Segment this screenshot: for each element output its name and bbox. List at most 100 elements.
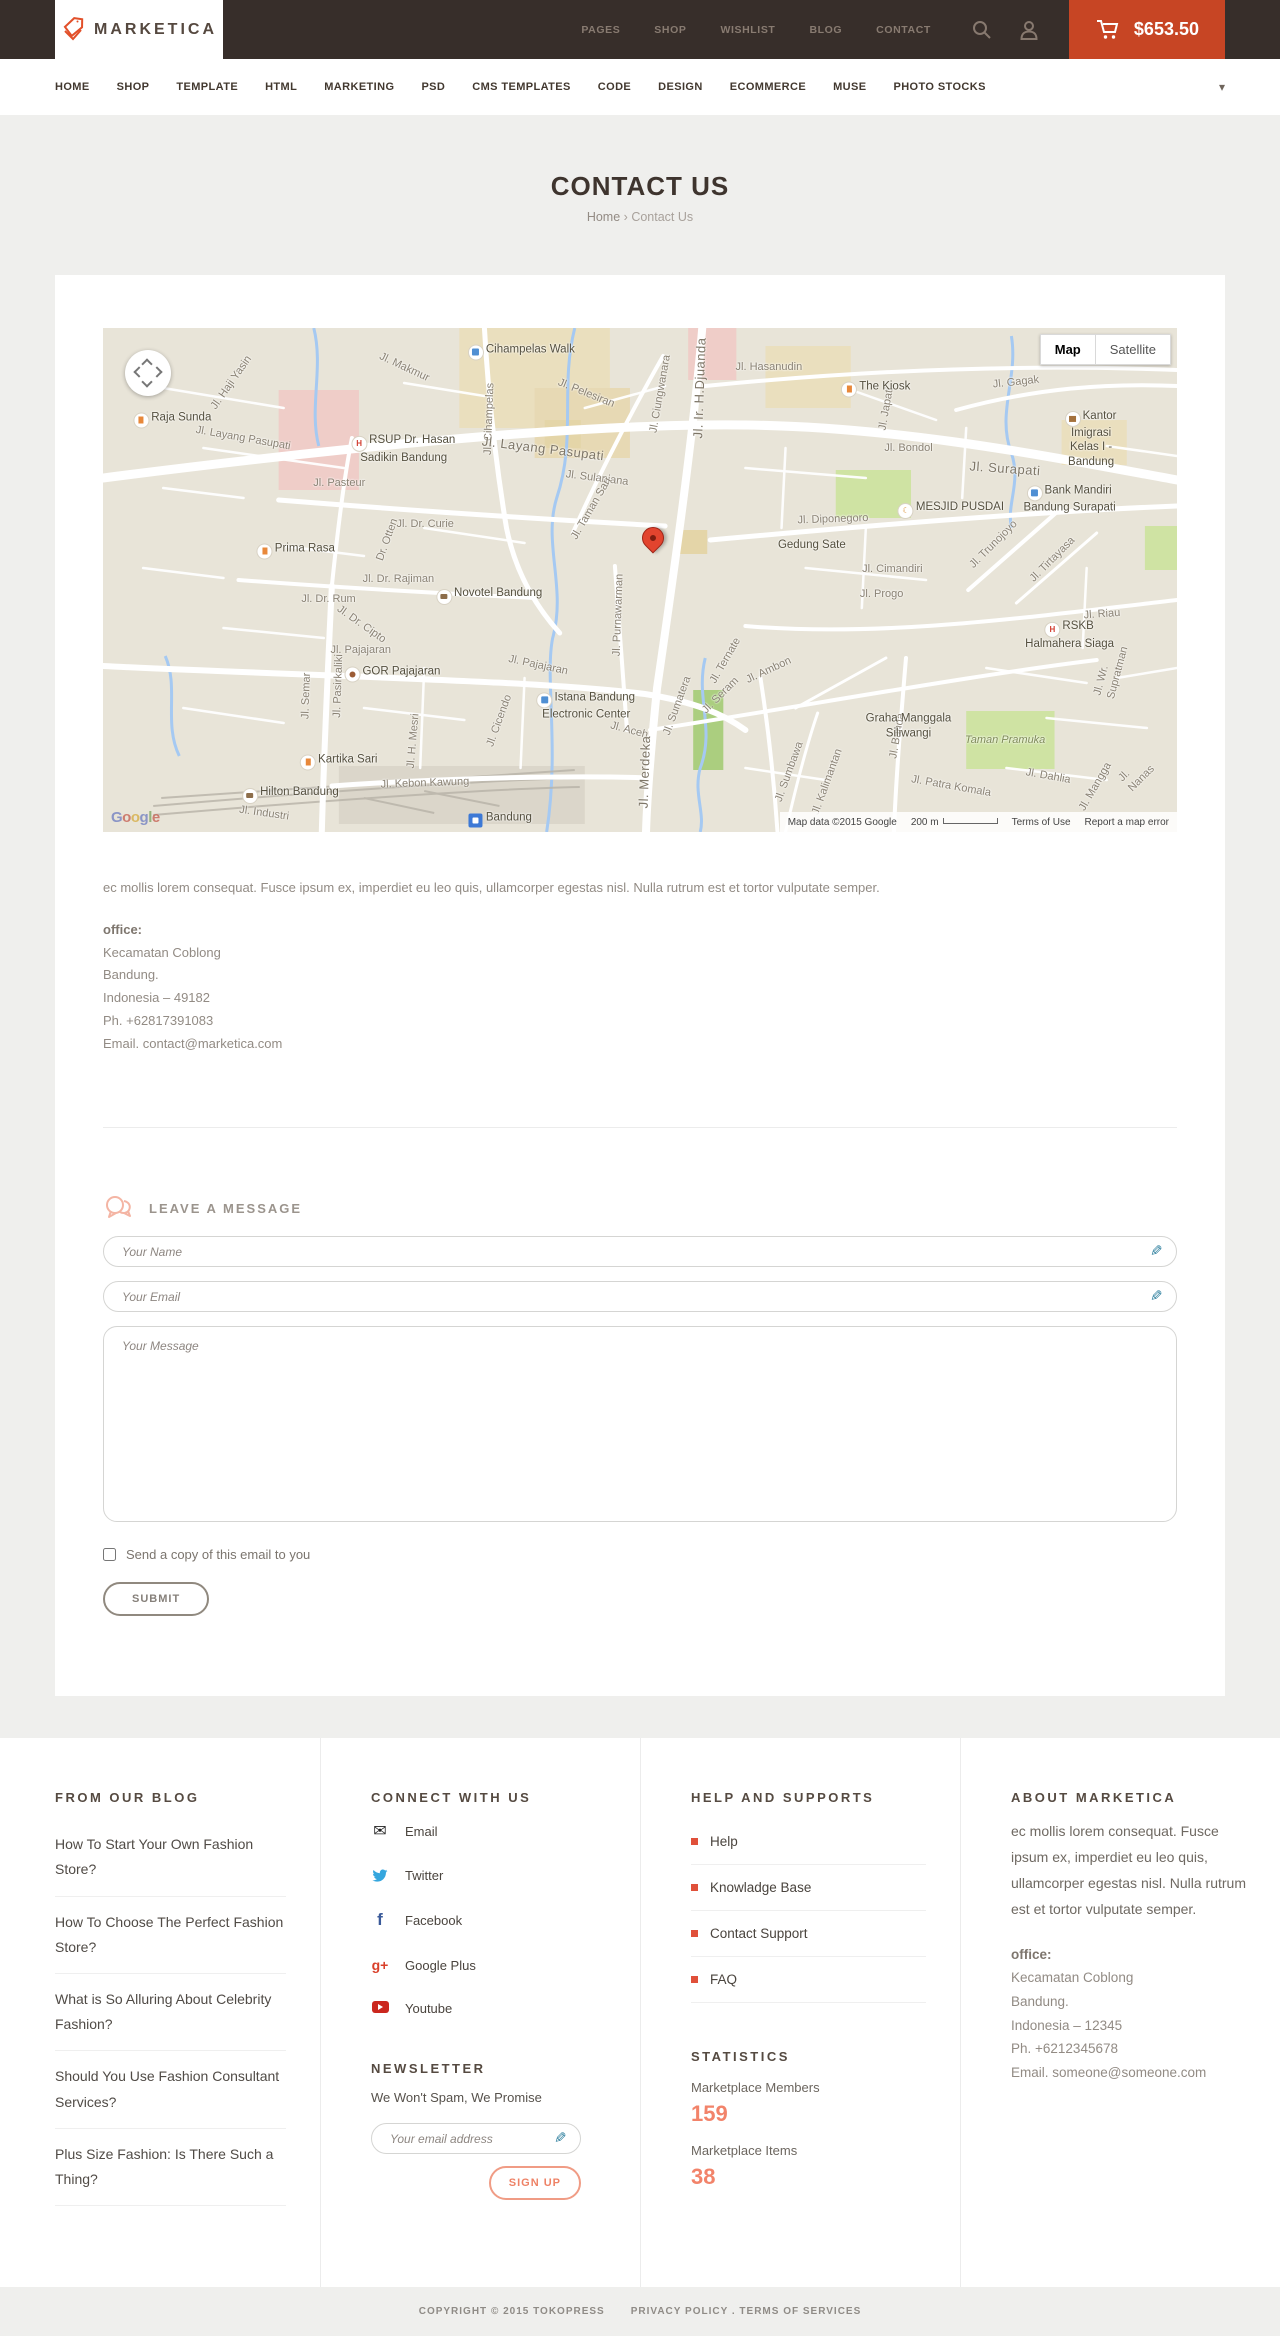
map-type-satellite-button[interactable]: Satellite [1095, 334, 1171, 365]
category-home[interactable]: HOME [55, 81, 90, 93]
help-link-help[interactable]: Help [691, 1819, 926, 1866]
top-nav-blog[interactable]: BLOG [809, 24, 842, 36]
category-design[interactable]: DESIGN [658, 81, 703, 93]
stat-value: 38 [691, 2164, 716, 2190]
message-textarea[interactable] [103, 1326, 1177, 1523]
rest-poi-icon [842, 382, 857, 397]
map-label: Prima Rasa [257, 541, 335, 559]
map-label: Cihampelas Walk [468, 342, 575, 360]
category-marketing[interactable]: MARKETING [324, 81, 394, 93]
search-icon[interactable] [971, 19, 993, 41]
name-input[interactable] [103, 1236, 1177, 1268]
category-code[interactable]: CODE [598, 81, 631, 93]
map-label: Jl. Dr. Rum [301, 593, 356, 606]
submit-button[interactable]: SUBMIT [103, 1582, 210, 1617]
bank-poi-icon [1027, 486, 1042, 501]
newsletter-email-input[interactable] [371, 2123, 581, 2155]
cart-button[interactable]: $653.50 [1068, 0, 1225, 59]
breadcrumb-home[interactable]: Home [587, 210, 620, 224]
top-nav-pages[interactable]: PAGES [581, 24, 620, 36]
chevron-down-icon[interactable]: ▾ [1219, 80, 1225, 94]
map-label: Jl. Dr. Rajiman [362, 573, 435, 586]
facebook-icon: f [377, 1910, 383, 1930]
map-label: Jl. Hasanudin [735, 361, 803, 374]
address-line: Indonesia – 12345 [1011, 2017, 1123, 2033]
blog-post-link[interactable]: How To Choose The Perfect Fashion Store? [55, 1914, 283, 1955]
about-office-label: office: [1011, 1946, 1052, 1962]
social-link-twitter[interactable]: Twitter [371, 1868, 606, 1883]
blog-post-link[interactable]: How To Start Your Own Fashion Store? [55, 1836, 253, 1877]
help-link-faq[interactable]: FAQ [691, 1957, 926, 2004]
social-link-youtube[interactable]: Youtube [371, 2000, 606, 2017]
bullet-icon [691, 1976, 698, 1984]
blog-post-link[interactable]: Should You Use Fashion Consultant Servic… [55, 2068, 279, 2109]
brand-name: MARKETICA [94, 20, 217, 38]
terms-link[interactable]: Terms of Use [1012, 817, 1071, 828]
top-nav-shop[interactable]: SHOP [654, 24, 686, 36]
signup-button[interactable]: SIGN UP [488, 2166, 581, 2201]
blog-post-link[interactable]: What is So Alluring About Celebrity Fash… [55, 1991, 271, 2032]
pan-up-icon[interactable] [141, 358, 153, 370]
map-label: Jl. Dr. Curie [396, 517, 454, 530]
user-icon[interactable] [1019, 19, 1039, 41]
social-link-gplus[interactable]: g+ Google Plus [371, 1957, 606, 1973]
blog-post-item: Should You Use Fashion Consultant Servic… [55, 2051, 286, 2129]
pan-right-icon[interactable] [151, 366, 163, 378]
map-pan-control[interactable] [125, 350, 171, 396]
help-link-contact-support[interactable]: Contact Support [691, 1911, 926, 1958]
help-link-knowladge-base[interactable]: Knowladge Base [691, 1865, 926, 1912]
category-html[interactable]: HTML [265, 81, 297, 93]
map-label: Jl. Progo [859, 588, 904, 601]
map-scale: 200 m [911, 817, 998, 828]
category-muse[interactable]: MUSE [833, 81, 866, 93]
pan-left-icon[interactable] [133, 366, 145, 378]
category-shop[interactable]: SHOP [117, 81, 150, 93]
map-label: Jl. Bondol [884, 442, 933, 455]
about-office-block: office: Kecamatan Coblong Bandung. Indones… [1011, 1943, 1246, 2085]
category-psd[interactable]: PSD [421, 81, 445, 93]
top-nav-contact[interactable]: CONTACT [876, 24, 931, 36]
form-heading: LEAVE A MESSAGE [149, 1200, 303, 1216]
social-label: Email [405, 1823, 438, 1839]
help-label: Contact Support [710, 1926, 808, 1942]
legal-links[interactable]: PRIVACY POLICY . TERMS OF SERVICES [631, 2306, 862, 2317]
contact-intro: ec mollis lorem consequat. Fusce ipsum e… [103, 880, 880, 895]
report-error-link[interactable]: Report a map error [1085, 817, 1169, 828]
address-line: Bandung. [103, 967, 159, 983]
shop-poi-icon [537, 693, 552, 708]
map-type-map-button[interactable]: Map [1039, 334, 1096, 365]
map-label: H RSUP Dr. Hasan Sadikin Bandung [352, 433, 455, 465]
email-field-wrap: ✎ [103, 1281, 1177, 1313]
category-photo-stocks[interactable]: PHOTO STOCKS [893, 81, 985, 93]
hosp-poi-icon: H [1045, 623, 1060, 638]
pencil-icon: ✎ [554, 2130, 567, 2148]
pan-down-icon[interactable] [141, 376, 153, 388]
google-map[interactable]: Jl. Haji Yasin Jl. Makmur Raja Sunda Jl. Ci… [103, 328, 1177, 832]
top-nav-wishlist[interactable]: WISHLIST [720, 24, 775, 36]
send-copy-checkbox[interactable] [103, 1548, 116, 1562]
map-attribution: Map data ©2015 Google 200 m Terms of Use… [779, 812, 1177, 832]
help-label: Help [710, 1834, 738, 1850]
footer-connect-column: CONNECT WITH US ✉ Email Twitter f Facebook g+… [320, 1738, 640, 2288]
mosque-poi-icon: ☾ [898, 504, 913, 519]
brand-logo[interactable]: MARKETICA [55, 0, 223, 59]
statistics-heading: STATISTICS [691, 2049, 790, 2065]
blog-post-link[interactable]: Plus Size Fashion: Is There Such a Thing… [55, 2146, 273, 2187]
page-hero: CONTACT US Home › Contact Us [0, 115, 1280, 275]
google-plus-icon: g+ [371, 1957, 389, 1974]
address-line: Ph. +6212345678 [1011, 2041, 1118, 2057]
social-link-email[interactable]: ✉ Email [371, 1821, 606, 1841]
rest-poi-icon [301, 755, 316, 770]
google-logo: Google [111, 809, 160, 826]
cart-icon [1096, 19, 1119, 39]
category-ecommerce[interactable]: ECOMMERCE [730, 81, 806, 93]
map-label: Jl. Diponegoro [797, 511, 869, 526]
map-label: Kantor Imigrasi Kelas I - Bandung [1048, 409, 1134, 469]
category-cms-templates[interactable]: CMS TEMPLATES [472, 81, 571, 93]
social-link-facebook[interactable]: f Facebook [371, 1910, 606, 1930]
social-label: Youtube [405, 2001, 453, 2017]
newsletter-field-wrap: ✎ [371, 2123, 581, 2155]
tag-logo-icon [63, 16, 84, 40]
email-input[interactable] [103, 1281, 1177, 1313]
category-template[interactable]: TEMPLATE [176, 81, 238, 93]
